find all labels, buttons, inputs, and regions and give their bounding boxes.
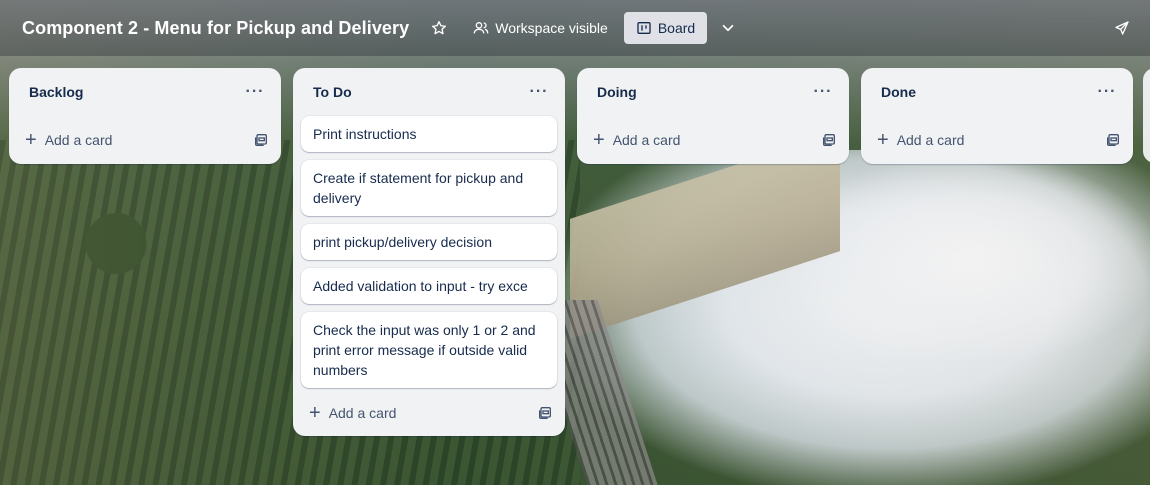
card[interactable]: print pickup/delivery decision [301,224,557,260]
more-icon[interactable]: ··· [809,78,837,106]
list-title[interactable]: Doing [597,84,637,100]
list-backlog: Backlog ··· + Add a card [9,68,281,164]
card[interactable]: Create if statement for pickup and deliv… [301,160,557,216]
list-title[interactable]: Backlog [29,84,83,100]
plus-icon: + [25,129,37,151]
list-doing: Doing ··· + Add a card [577,68,849,164]
list-header: Done ··· [861,68,1133,116]
more-icon[interactable]: ··· [525,78,553,106]
share-button[interactable] [1106,12,1138,44]
plus-icon: + [309,402,321,424]
list-footer: + Add a card [9,116,281,164]
star-button[interactable] [423,12,455,44]
card-template-icon[interactable] [537,405,553,421]
view-dropdown-button[interactable] [711,12,745,44]
board-title[interactable]: Component 2 - Menu for Pickup and Delive… [22,18,409,39]
list-title[interactable]: Done [881,84,916,100]
plus-icon: + [877,129,889,151]
add-card-button[interactable]: + Add a card [25,130,112,150]
people-icon [473,20,489,36]
card-template-icon[interactable] [253,132,269,148]
chevron-down-icon [719,19,737,37]
card-list: Print instructions Create if statement f… [293,116,565,388]
star-icon [431,20,447,36]
add-card-button[interactable]: + Add a card [593,130,680,150]
plus-icon: + [593,129,605,151]
card[interactable]: Check the input was only 1 or 2 and prin… [301,312,557,388]
list-footer: + Add a card [577,116,849,164]
add-card-label: Add a card [896,132,965,148]
send-icon [1114,20,1130,36]
add-card-label: Add a card [328,405,397,421]
view-label: Board [657,20,696,36]
list-header: To Do ··· [293,68,565,116]
board-icon [636,20,652,36]
card-template-icon[interactable] [821,132,837,148]
view-switcher-board[interactable]: Board [623,12,708,44]
card[interactable]: Added validation to input - try exce [301,268,557,304]
visibility-label: Workspace visible [495,20,608,36]
list-footer: + Add a card [861,116,1133,164]
visibility-button[interactable]: Workspace visible [465,12,616,44]
more-icon[interactable]: ··· [241,78,269,106]
list-header: Backlog ··· [9,68,281,116]
list-done: Done ··· + Add a card [861,68,1133,164]
board-header: Component 2 - Menu for Pickup and Delive… [0,0,1150,56]
add-card-button[interactable]: + Add a card [309,403,396,423]
list-to-do: To Do ··· Print instructions Create if s… [293,68,565,436]
add-list-panel-edge[interactable] [1143,68,1150,163]
add-card-label: Add a card [612,132,681,148]
list-header: Doing ··· [577,68,849,116]
more-icon[interactable]: ··· [1093,78,1121,106]
list-footer: + Add a card [293,390,565,436]
list-title[interactable]: To Do [313,84,352,100]
add-card-button[interactable]: + Add a card [877,130,964,150]
card[interactable]: Print instructions [301,116,557,152]
add-card-label: Add a card [44,132,113,148]
card-template-icon[interactable] [1105,132,1121,148]
